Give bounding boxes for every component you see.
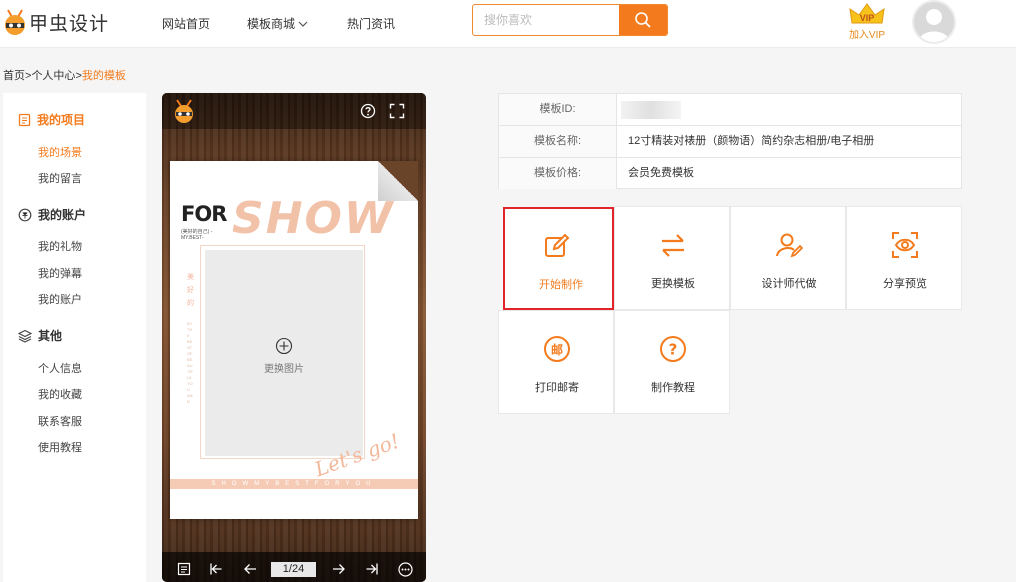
site-logo[interactable]: 甲虫设计 bbox=[4, 6, 109, 38]
start-making-label: 开始制作 bbox=[539, 279, 583, 291]
preview-toolbar-top bbox=[162, 93, 426, 129]
search-input[interactable] bbox=[473, 5, 621, 35]
nav-template-mall[interactable]: 模板商城 bbox=[247, 15, 308, 32]
crown-icon: VIP bbox=[849, 3, 885, 24]
info-label: 模板ID: bbox=[499, 94, 617, 125]
nav-hot-news-label: 热门资讯 bbox=[347, 17, 396, 31]
breadcrumb: 首页>个人中心>我的模板 bbox=[3, 67, 126, 83]
chevron-down-icon bbox=[298, 21, 308, 27]
template-name-value: 12寸精装对裱册（颜物语）简约杂志相册/电子相册 bbox=[628, 135, 875, 147]
template-preview: FOR (美好的自己) -MY.BEST- SHOW 美好的 BY THE BE… bbox=[162, 93, 426, 582]
join-vip-label: 加入VIP bbox=[848, 30, 886, 41]
sidebar-item-my-scenes[interactable]: 我的场景 bbox=[38, 144, 82, 160]
info-label: 模板价格: bbox=[499, 158, 617, 189]
nav-template-mall-label: 模板商城 bbox=[247, 17, 296, 31]
album-page: FOR (美好的自己) -MY.BEST- SHOW 美好的 BY THE BE… bbox=[170, 161, 418, 519]
user-avatar[interactable] bbox=[912, 0, 956, 44]
breadcrumb-current: 我的模板 bbox=[81, 70, 126, 82]
nav-home-label: 网站首页 bbox=[162, 17, 211, 31]
mail-icon-glyph: 邮 bbox=[551, 342, 563, 357]
info-row-template-price: 模板价格: 会员免费模板 bbox=[499, 158, 961, 190]
designer-service-button[interactable]: 设计师代做 bbox=[730, 206, 846, 310]
page-for-subtext: (美好的自己) -MY.BEST- bbox=[181, 229, 213, 241]
start-making-button[interactable]: 开始制作 bbox=[503, 207, 614, 310]
fullscreen-icon[interactable] bbox=[389, 103, 405, 119]
layers-icon bbox=[18, 329, 32, 343]
photo-placeholder[interactable]: 更换图片 bbox=[205, 250, 363, 456]
page-vertical-small-text: BY THE BEST OF BEAUTIFUL YOU AND bbox=[187, 321, 193, 404]
brand-name: 甲虫设计 bbox=[29, 13, 110, 35]
designer-icon bbox=[776, 233, 803, 258]
scan-eye-icon bbox=[892, 232, 918, 258]
breadcrumb-home[interactable]: 首页 bbox=[3, 70, 25, 82]
sidebar-item-my-account[interactable]: 我的账户 bbox=[38, 291, 82, 307]
search-icon bbox=[635, 12, 651, 28]
beetle-logo-icon bbox=[175, 99, 193, 123]
info-row-template-name: 模板名称: 12寸精装对裱册（颜物语）简约杂志相册/电子相册 bbox=[499, 126, 961, 158]
info-row-template-id: 模板ID: bbox=[499, 94, 961, 126]
sidebar-section-other: 其他 bbox=[18, 327, 62, 344]
document-icon bbox=[18, 113, 31, 126]
next-page-icon[interactable] bbox=[332, 562, 346, 576]
sidebar-item-personal-info[interactable]: 个人信息 bbox=[38, 360, 82, 376]
print-mail-label: 打印邮寄 bbox=[535, 382, 579, 394]
sidebar-section-title: 我的项目 bbox=[37, 113, 86, 127]
tutorial-button[interactable]: ? 制作教程 bbox=[614, 310, 730, 414]
sidebar-item-my-gifts[interactable]: 我的礼物 bbox=[38, 238, 82, 254]
search-box bbox=[472, 4, 668, 36]
user-avatar-icon bbox=[918, 9, 950, 42]
sidebar-item-my-favorites[interactable]: 我的收藏 bbox=[38, 386, 82, 402]
sidebar-section-title: 我的账户 bbox=[38, 208, 87, 222]
page-pink-band: SHOWMYBESTFORYOU bbox=[170, 479, 418, 489]
account-coin-icon bbox=[18, 208, 32, 221]
preview-toolbar-bottom: 1/24 bbox=[162, 552, 426, 582]
search-button[interactable] bbox=[619, 5, 667, 35]
prev-page-icon[interactable] bbox=[243, 562, 257, 576]
first-page-icon[interactable] bbox=[209, 562, 223, 576]
page-list-icon[interactable] bbox=[177, 562, 191, 576]
mail-icon: 邮 bbox=[544, 336, 570, 362]
edit-icon bbox=[545, 233, 570, 257]
last-page-icon[interactable] bbox=[365, 562, 379, 576]
swap-icon bbox=[662, 234, 684, 257]
sidebar-section-title: 其他 bbox=[38, 329, 63, 343]
top-header: 甲虫设计 网站首页 模板商城 热门资讯 VIP 加入VIP bbox=[0, 0, 1016, 48]
sidebar-item-tutorial[interactable]: 使用教程 bbox=[38, 439, 82, 455]
vip-badge-text: VIP bbox=[860, 13, 875, 23]
more-icon[interactable] bbox=[398, 562, 413, 577]
page-show-text: SHOW bbox=[232, 193, 395, 244]
info-label: 模板名称: bbox=[499, 126, 617, 157]
share-preview-button[interactable]: 分享预览 bbox=[846, 206, 962, 310]
beetle-logo-icon bbox=[5, 9, 25, 35]
page-for-text: FOR bbox=[181, 202, 227, 226]
sidebar-section-my-projects: 我的项目 bbox=[18, 111, 85, 128]
tutorial-label: 制作教程 bbox=[651, 382, 695, 394]
nav-hot-news[interactable]: 热门资讯 bbox=[347, 15, 395, 32]
page-indicator[interactable]: 1/24 bbox=[271, 562, 316, 577]
designer-service-label: 设计师代做 bbox=[761, 278, 817, 290]
page-vertical-text: 美好的 bbox=[187, 274, 194, 307]
nav-home[interactable]: 网站首页 bbox=[162, 15, 210, 32]
help-icon-glyph: ? bbox=[669, 341, 678, 359]
sidebar-item-contact-support[interactable]: 联系客服 bbox=[38, 413, 82, 429]
template-id-value-blurred bbox=[621, 101, 681, 119]
replace-image-label: 更换图片 bbox=[264, 364, 304, 375]
action-grid: 开始制作 更换模板 设计师代做 分享预览 邮 打印邮寄 ? 制作教程 bbox=[498, 206, 962, 414]
help-icon[interactable] bbox=[360, 103, 376, 119]
change-template-button[interactable]: 更换模板 bbox=[614, 206, 730, 310]
breadcrumb-personal-center[interactable]: 个人中心 bbox=[31, 70, 75, 82]
sidebar: 我的项目 我的场景 我的留言 我的账户 我的礼物 我的弹幕 我的账户 其他 个人… bbox=[3, 93, 146, 582]
share-preview-label: 分享预览 bbox=[883, 278, 927, 290]
sidebar-item-my-messages[interactable]: 我的留言 bbox=[38, 170, 82, 186]
sidebar-section-my-account: 我的账户 bbox=[18, 206, 86, 223]
page-band-text: SHOWMYBESTFORYOU bbox=[211, 481, 377, 487]
print-mail-button[interactable]: 邮 打印邮寄 bbox=[498, 310, 614, 414]
join-vip-button[interactable]: VIP 加入VIP bbox=[846, 3, 888, 43]
sidebar-item-my-barrage[interactable]: 我的弹幕 bbox=[38, 265, 82, 281]
plus-circle-icon bbox=[275, 337, 293, 355]
template-price-value: 会员免费模板 bbox=[628, 167, 694, 179]
template-info-table: 模板ID: 模板名称: 12寸精装对裱册（颜物语）简约杂志相册/电子相册 模板价… bbox=[498, 93, 962, 189]
change-template-label: 更换模板 bbox=[651, 278, 695, 290]
help-icon: ? bbox=[660, 336, 686, 362]
